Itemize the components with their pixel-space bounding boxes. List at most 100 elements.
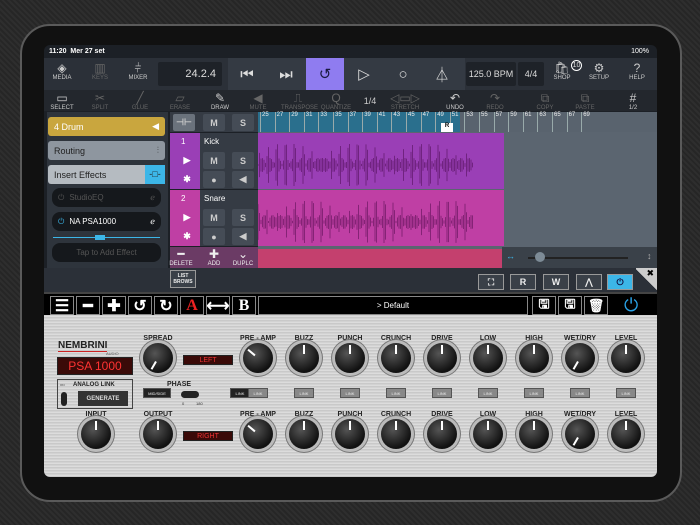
forward-button[interactable]: ⏭ — [267, 58, 305, 90]
read-automation-button[interactable]: R — [510, 274, 536, 290]
low-right-knob[interactable] — [473, 419, 503, 449]
buzz-right-knob[interactable] — [289, 419, 319, 449]
play-icon[interactable]: ▶ — [176, 209, 198, 226]
link-button-crunch[interactable]: LINK — [386, 388, 406, 398]
link-button-low[interactable]: LINK — [478, 388, 498, 398]
routing-button[interactable]: Routing ⫶ — [48, 141, 165, 160]
preset-a-button[interactable]: A — [180, 296, 204, 315]
link-button-high[interactable]: LINK — [524, 388, 544, 398]
effect-mix-slider[interactable] — [53, 235, 160, 240]
preset-name[interactable]: > Default — [258, 296, 528, 315]
keys-button[interactable]: ▥ KEYS — [83, 62, 117, 82]
analog-link-toggle[interactable] — [61, 392, 67, 406]
crunch-left-knob[interactable] — [381, 343, 411, 373]
clip-snare[interactable] — [258, 190, 504, 246]
tool-glue[interactable]: ╱ GLUE — [123, 92, 157, 112]
clip-kick[interactable] — [258, 133, 504, 189]
high-right-knob[interactable] — [519, 419, 549, 449]
punch-right-knob[interactable] — [335, 419, 365, 449]
tool-copy[interactable]: ⧉ COPY — [528, 92, 562, 112]
automation-curve-button[interactable]: ⋀ — [576, 274, 602, 290]
mixer-button[interactable]: ⫩ MIXER — [121, 62, 155, 82]
setup-button[interactable]: ⚙ SETUP — [582, 62, 616, 82]
track-name[interactable]: Snare — [204, 194, 225, 203]
position-display[interactable]: 24.2.4 — [158, 62, 222, 86]
plugin-bypass-button[interactable]: ⏻ — [624, 295, 638, 316]
link-button-buzz[interactable]: LINK — [294, 388, 314, 398]
time-signature[interactable]: 4/4 — [518, 62, 544, 86]
save-preset-button[interactable]: 🖫 — [532, 296, 556, 315]
slider-thumb[interactable] — [95, 235, 105, 240]
monitor-button[interactable]: ◀ — [232, 171, 254, 188]
tool-transpose[interactable]: ⎍ TRANSPOSE — [281, 92, 318, 112]
generate-button[interactable]: GENERATE — [78, 391, 128, 406]
drive-right-knob[interactable] — [427, 419, 457, 449]
low-left-knob[interactable] — [473, 343, 503, 373]
list-browse-button[interactable]: LIST BROWS — [170, 270, 196, 288]
buzz-left-knob[interactable] — [289, 343, 319, 373]
tool-erase[interactable]: ▱ ERASE — [163, 92, 197, 112]
wet-dry-right-knob[interactable] — [565, 419, 595, 449]
play-button[interactable]: ▷ — [345, 58, 383, 90]
previous-preset-button[interactable]: ━ — [76, 296, 100, 315]
edit-icon[interactable]: ℯ — [150, 193, 155, 202]
record-button[interactable]: ○ — [384, 58, 422, 90]
plugin-power-button[interactable]: ⏻ — [607, 274, 633, 290]
metronome-button[interactable]: ⏃ — [423, 58, 461, 90]
help-button[interactable]: ? HELP — [620, 62, 654, 82]
record-arm-button[interactable]: ● — [203, 228, 225, 245]
undo-button[interactable]: ↺ — [128, 296, 152, 315]
menu-button[interactable]: ☰ — [50, 296, 74, 315]
effect-slot-psa1000[interactable]: ⏻ NA PSA1000 ℯ — [52, 212, 161, 231]
link-button-drive[interactable]: LINK — [432, 388, 452, 398]
loop-end-marker[interactable]: R — [441, 123, 453, 132]
link-button-wet-dry[interactable]: LINK — [570, 388, 590, 398]
phase-switch[interactable] — [181, 391, 199, 398]
track-header[interactable]: 1 Kick ▶ ✱ M S ● ◀ — [170, 133, 258, 189]
delete-track-button[interactable]: ━ DELETE — [164, 248, 198, 268]
insert-effects-button[interactable]: Insert Effects -□- — [48, 165, 165, 184]
tool-select[interactable]: ▭ SELECT — [45, 92, 79, 112]
ab-swap-button[interactable]: ⟷ — [206, 296, 230, 315]
pre-amp-right-knob[interactable] — [243, 419, 273, 449]
level-right-knob[interactable] — [611, 419, 641, 449]
timeline-ruler[interactable]: 25 27 29 31 33 35 37 39 41 43 45 47 49 51 53 55 57 59 61 63… — [258, 112, 657, 132]
mute-button[interactable]: M — [203, 209, 225, 226]
loop-button[interactable]: ↺ — [306, 58, 344, 90]
tool-stretch[interactable]: ◁▭▷ STRETCH — [388, 92, 422, 112]
solo-button[interactable]: S — [232, 152, 254, 169]
tool-undo[interactable]: ↶ UNDO — [438, 92, 472, 112]
zoom-thumb[interactable] — [535, 252, 545, 262]
mid-side-button[interactable]: MID/SIDE — [143, 388, 171, 398]
tool-1-2[interactable]: #1/2 — [616, 92, 650, 112]
crunch-right-knob[interactable] — [381, 419, 411, 449]
tool-1-4[interactable]: 1/4 — [353, 96, 387, 106]
tool-mute[interactable]: ◀ MUTE — [241, 92, 275, 112]
close-plugin-button[interactable]: ✖ — [636, 268, 657, 292]
mute-button[interactable]: M — [203, 152, 225, 169]
link-button-punch[interactable]: LINK — [340, 388, 360, 398]
rewind-button[interactable]: ⏮ — [228, 58, 266, 90]
tool-redo[interactable]: ↷ REDO — [478, 92, 512, 112]
freeze-icon[interactable]: ✱ — [176, 228, 198, 245]
link-button-level[interactable]: LINK — [616, 388, 636, 398]
wet-dry-left-knob[interactable] — [565, 343, 595, 373]
tool-split[interactable]: ✂ SPLIT — [83, 92, 117, 112]
monitor-button[interactable]: ◀ — [232, 228, 254, 245]
input-knob[interactable] — [81, 419, 111, 449]
punch-left-knob[interactable] — [335, 343, 365, 373]
track-header[interactable]: 2 Snare ▶ ✱ M S ● ◀ — [170, 190, 258, 246]
tool-quantize[interactable]: Q QUANTIZE — [319, 92, 353, 112]
edit-icon[interactable]: ℯ — [150, 217, 155, 226]
tool-draw[interactable]: ✎ DRAW — [203, 92, 237, 112]
fullscreen-button[interactable]: ⛶ — [478, 274, 504, 290]
track-name-button[interactable]: 4 Drum ◀ — [48, 117, 165, 136]
write-automation-button[interactable]: W — [543, 274, 569, 290]
link-button-pre-amp-2[interactable]: LINK — [248, 388, 268, 398]
drive-left-knob[interactable] — [427, 343, 457, 373]
add-effect-button[interactable]: Tap to Add Effect — [52, 243, 161, 262]
tempo-display[interactable]: 125.0 BPM — [466, 62, 516, 86]
pre-amp-left-knob[interactable] — [243, 343, 273, 373]
spread-knob[interactable] — [143, 343, 173, 373]
effect-slot-studioeq[interactable]: ⏻ StudioEQ ℯ — [52, 188, 161, 207]
